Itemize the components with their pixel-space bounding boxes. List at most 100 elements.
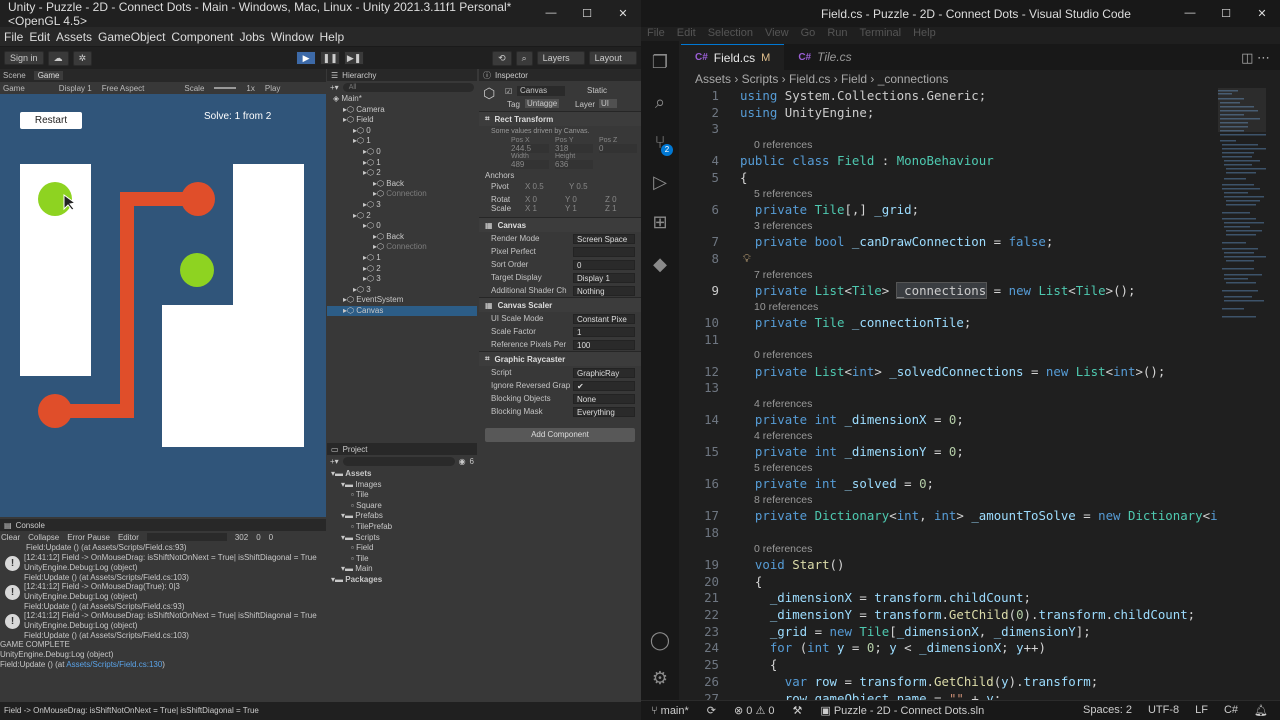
hierarchy-item[interactable]: ◈ Main* [327, 94, 477, 105]
language-status[interactable]: C# [1224, 704, 1238, 717]
console-search[interactable] [146, 533, 227, 541]
maximize-icon[interactable]: ☐ [1208, 7, 1244, 20]
step-button[interactable]: ▶❚ [344, 51, 365, 65]
codelens-references[interactable]: 3 references [681, 219, 1218, 234]
hierarchy-item[interactable]: ▸⬡ 0 [327, 221, 477, 232]
tab-field-cs[interactable]: C# Field.cs M [681, 44, 785, 70]
editor-dropdown[interactable]: Editor [118, 533, 139, 542]
posy-field[interactable]: 318 [555, 144, 593, 153]
create-asset-button[interactable]: +▾ [330, 457, 339, 466]
display-dropdown[interactable]: Display 1 [59, 84, 92, 93]
layout-dropdown[interactable]: Layout [588, 51, 637, 65]
run-debug-icon[interactable]: ▷ [649, 171, 671, 193]
menu-file[interactable]: File [4, 30, 23, 44]
hierarchy-item[interactable]: ▸⬡ 0 [327, 126, 477, 137]
console-log-entry[interactable]: ! [12:41:12] Field -> OnMouseDrag: isShif… [0, 611, 326, 640]
close-icon[interactable]: ✕ [1244, 7, 1280, 20]
codelens-references[interactable]: 10 references [681, 300, 1218, 315]
hierarchy-item[interactable]: ▸⬡ 0 [327, 147, 477, 158]
collab-icon[interactable]: ✲ [72, 50, 93, 66]
property-value[interactable]: GraphicRay [573, 367, 635, 378]
codelens-references[interactable]: 8 references [681, 493, 1218, 508]
project-item[interactable]: ▾▬ Main [327, 564, 477, 575]
explorer-icon[interactable]: ❐ [649, 51, 671, 73]
property-value[interactable]: 1 [573, 326, 635, 337]
rect-transform-header[interactable]: ⌗ Rect Transform [479, 111, 641, 126]
project-item[interactable]: ▾▬ Assets [327, 469, 477, 480]
tag-dropdown[interactable]: Untagge [525, 99, 560, 108]
property-value[interactable]: Everything [573, 406, 635, 417]
property-value[interactable]: 100 [573, 339, 635, 350]
branch-status[interactable]: ⑂ main* [651, 705, 689, 717]
hierarchy-item[interactable]: ▸⬡ 1 [327, 253, 477, 264]
rot-x-field[interactable]: X 0 [525, 195, 559, 204]
tools-icon[interactable]: ⚒ [793, 704, 803, 717]
code-editor[interactable]: 1 using System.Collections.Generic; 2 using… [681, 88, 1218, 700]
height-field[interactable]: 636 [555, 160, 593, 169]
project-item[interactable]: ▫ Square [327, 501, 477, 512]
menu-assets[interactable]: Assets [56, 30, 92, 44]
hierarchy-item[interactable]: ▸⬡ 2 [327, 168, 477, 179]
minimap-viewport[interactable] [1218, 88, 1266, 132]
codelens-references[interactable]: 0 references [681, 348, 1218, 363]
property-value[interactable] [573, 246, 635, 257]
docker-icon[interactable]: ◆ [649, 253, 671, 275]
scale-slider[interactable] [214, 87, 237, 89]
account-icon[interactable]: ◯ [649, 629, 671, 651]
minimize-icon[interactable]: — [1172, 7, 1208, 20]
canvas-component-header[interactable]: ▦ Canvas [479, 217, 641, 232]
add-object-button[interactable]: +▾ [330, 83, 339, 92]
active-checkbox[interactable]: ☑ [505, 87, 512, 96]
solution-status[interactable]: ▣ Puzzle - 2D - Connect Dots.sln [820, 704, 984, 717]
hierarchy-item[interactable]: ▸⬡ Field [327, 115, 477, 126]
vs-menu-selection[interactable]: Selection [708, 27, 753, 41]
sync-icon[interactable]: ⟳ [707, 704, 716, 717]
property-value[interactable]: None [573, 393, 635, 404]
rot-y-field[interactable]: Y 0 [565, 195, 599, 204]
codelens-references[interactable]: 5 references [681, 461, 1218, 476]
settings-gear-icon[interactable]: ⚙ [649, 667, 671, 689]
log-count[interactable]: 302 [235, 533, 248, 542]
scale-y-field[interactable]: Y 1 [565, 204, 599, 213]
property-value[interactable]: Screen Space [573, 233, 635, 244]
hierarchy-item[interactable]: ▸⬡ 3 [327, 274, 477, 285]
project-item[interactable]: ▫ TilePrefab [327, 522, 477, 533]
hierarchy-item[interactable]: ▸⬡ Back [327, 232, 477, 243]
static-toggle[interactable]: Static [587, 86, 607, 95]
hierarchy-item[interactable]: ▸⬡ 2 [327, 264, 477, 275]
clear-button[interactable]: Clear [1, 533, 20, 542]
project-search[interactable] [342, 456, 455, 466]
console-log-entry[interactable]: ! [12:41:12] Field -> OnMouseDrag(True): … [0, 582, 326, 611]
encoding-status[interactable]: UTF-8 [1148, 704, 1179, 717]
cloud-icon[interactable]: ☁ [47, 50, 69, 66]
project-item[interactable]: ▾▬ Packages [327, 575, 477, 586]
minimap[interactable] [1218, 88, 1266, 388]
codelens-references[interactable]: 0 references [681, 542, 1218, 557]
property-value[interactable]: ✔ [573, 380, 635, 391]
add-component-button[interactable]: Add Component [485, 428, 635, 442]
codelens-references[interactable]: 7 references [681, 268, 1218, 283]
scale-x-field[interactable]: X 1 [525, 204, 559, 213]
breadcrumb[interactable]: Assets › Scripts › Field.cs › Field › _c… [695, 72, 948, 86]
hierarchy-item[interactable]: ▸⬡ 3 [327, 200, 477, 211]
aspect-dropdown[interactable]: Free Aspect [102, 84, 145, 93]
menu-window[interactable]: Window [271, 30, 314, 44]
pivot-y-field[interactable]: Y 0.5 [569, 182, 607, 191]
hierarchy-item[interactable]: ▸⬡ Back [327, 179, 477, 190]
menu-gameobject[interactable]: GameObject [98, 30, 165, 44]
dot-green-end[interactable] [180, 253, 214, 287]
puzzle-board[interactable] [20, 164, 304, 447]
raycaster-header[interactable]: ⌗ Graphic Raycaster [479, 351, 641, 366]
menu-component[interactable]: Component [171, 30, 233, 44]
property-value[interactable]: Nothing [573, 285, 635, 296]
width-field[interactable]: 489 [511, 160, 549, 169]
project-item[interactable]: ▾▬ Prefabs [327, 511, 477, 522]
indent-status[interactable]: Spaces: 2 [1083, 704, 1132, 717]
split-editor-icon[interactable]: ◫ ⋯ [1231, 44, 1280, 70]
hierarchy-item[interactable]: ▸⬡ 3 [327, 285, 477, 296]
posx-field[interactable]: 244.5 [511, 144, 549, 153]
console-log-entry[interactable]: ! [12:41:12] Field -> OnMouseDrag: isShif… [0, 553, 326, 582]
hierarchy-item[interactable]: ▸⬡ 1 [327, 136, 477, 147]
search-icon[interactable]: ⌕ [515, 50, 533, 66]
play-button[interactable]: ▶ [296, 51, 317, 65]
